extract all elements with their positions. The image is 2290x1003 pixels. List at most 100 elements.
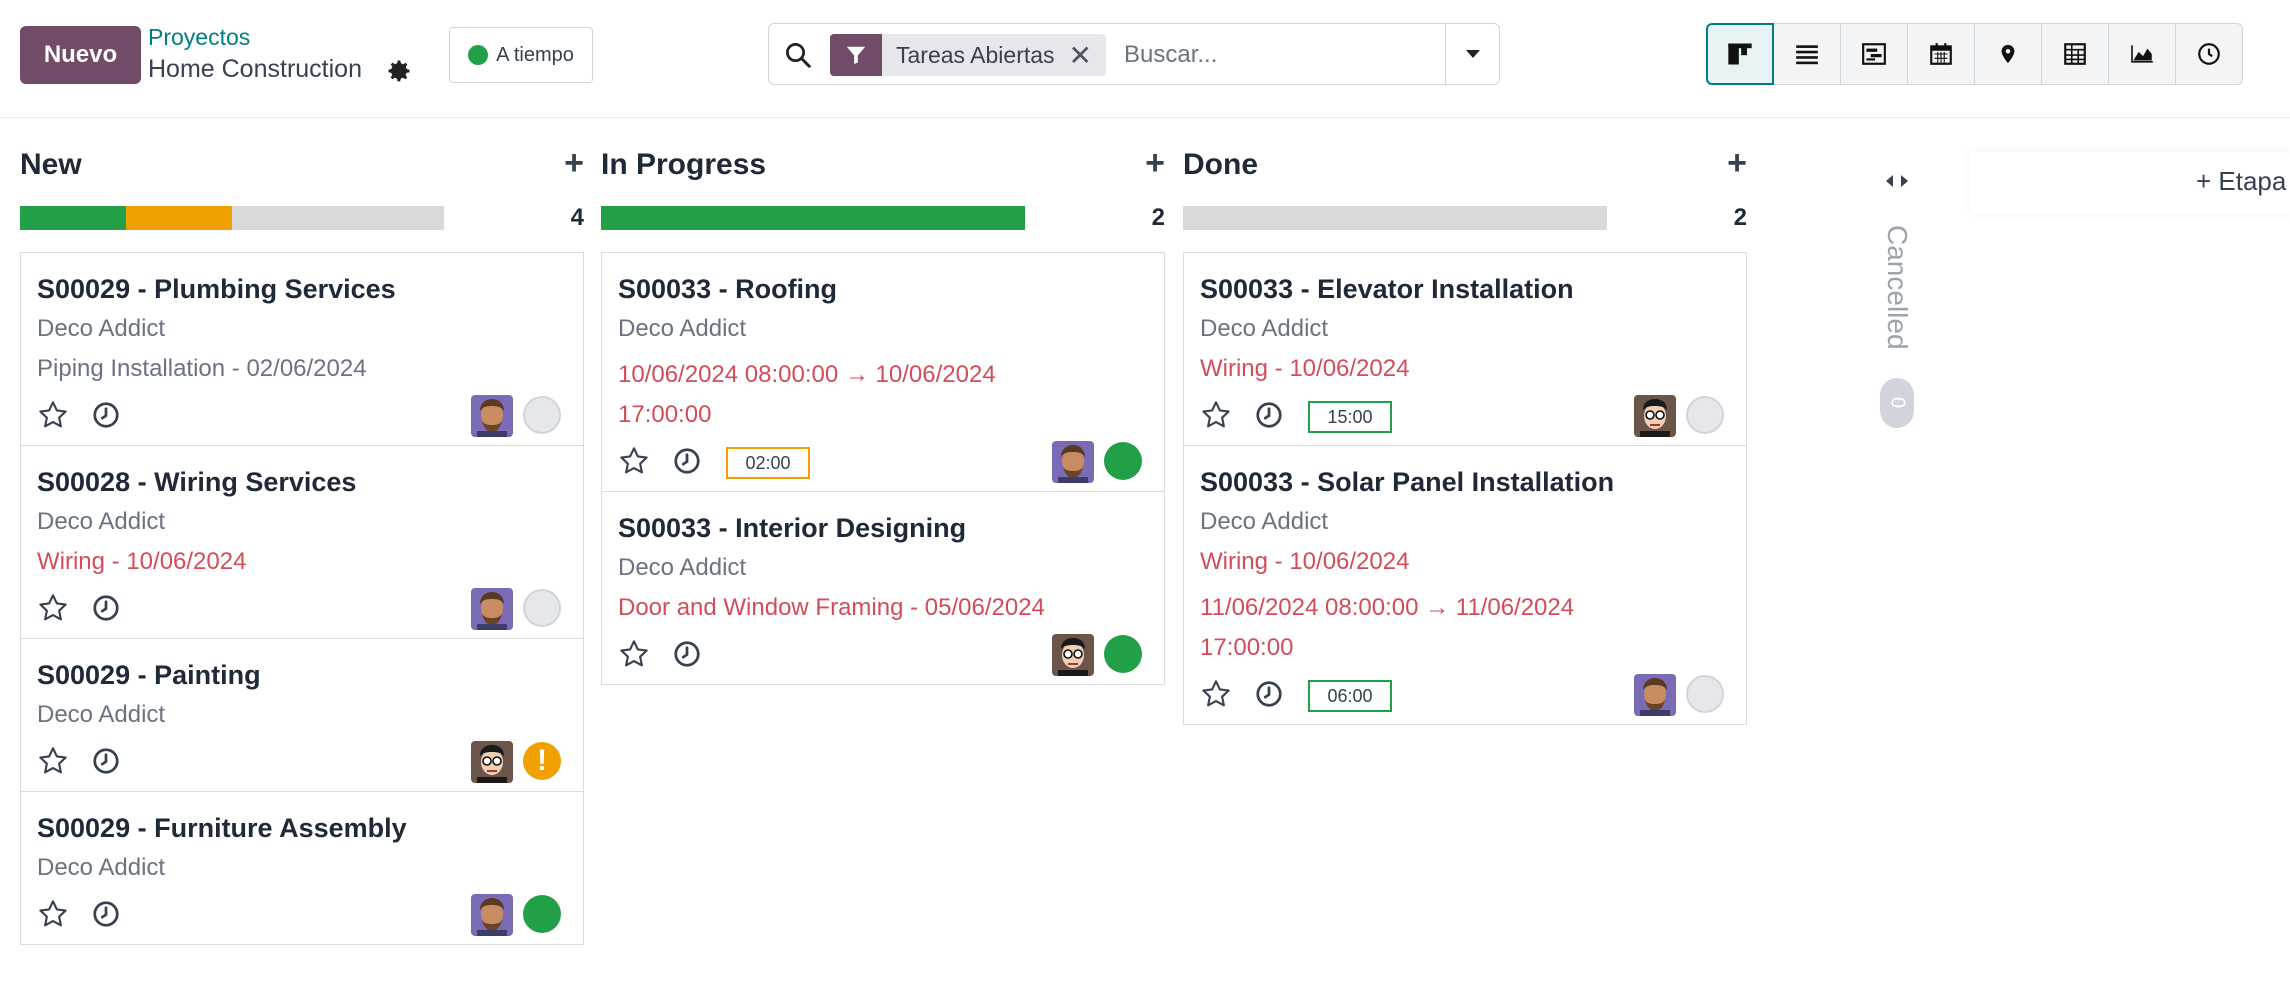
state-grey-icon[interactable] [1686,675,1724,713]
star-icon[interactable] [618,638,650,670]
search-options-toggle[interactable] [1445,24,1499,84]
facet-label: Tareas Abiertas [896,41,1055,68]
folded-column-cancelled[interactable]: Cancelled 0 [1872,160,1922,440]
add-stage-button[interactable]: + Etapa [1970,152,2290,214]
task-card[interactable]: S00029 - Furniture Assembly Deco Addict [20,791,584,945]
map-view-button[interactable] [1974,23,2042,85]
user-avatar[interactable] [1634,395,1676,437]
user-avatar[interactable] [1052,441,1094,483]
quick-create-icon[interactable]: + [564,144,584,183]
search-icon[interactable] [783,40,813,70]
task-detail-line: 17:00:00 [618,401,712,428]
column-title[interactable]: New [20,148,82,182]
state-grey-icon[interactable] [1686,396,1724,434]
task-card[interactable]: S00029 - Plumbing Services Deco Addict Pip… [20,252,584,446]
area-chart-icon [2131,45,2153,63]
task-title: S00033 - Interior Designing [618,513,967,543]
card-footer [618,628,1148,684]
status-label: A tiempo [496,43,574,66]
column-progress-bar[interactable] [1183,206,1607,230]
state-grey-icon[interactable] [523,589,561,627]
column-cards: S00033 - Roofing Deco Addict 10/06/2024 08… [601,252,1165,685]
graph-view-button[interactable] [2108,23,2176,85]
progress-segment-green[interactable] [601,206,1025,230]
column-progress-bar[interactable] [20,206,444,230]
new-button[interactable]: Nuevo [20,26,141,84]
list-view-button[interactable] [1773,23,1841,85]
task-title: S00028 - Wiring Services [37,467,357,497]
column-title[interactable]: In Progress [601,148,766,182]
activity-clock-icon[interactable] [91,593,121,623]
task-card[interactable]: S00029 - Painting Deco Addict! [20,638,584,792]
star-icon[interactable] [618,445,650,477]
task-card[interactable]: S00028 - Wiring Services Deco Addict Wirin… [20,445,584,639]
task-customer: Deco Addict [37,701,166,728]
star-icon[interactable] [37,745,69,777]
state-warning-icon[interactable]: ! [523,742,561,780]
expand-column-icon[interactable] [1884,170,1910,192]
progress-segment-orange[interactable] [126,206,232,230]
column-title[interactable]: Done [1183,148,1258,182]
quick-create-icon[interactable]: + [1727,144,1747,183]
activity-clock-icon[interactable] [672,446,702,476]
activity-clock-icon[interactable] [91,899,121,929]
star-icon[interactable] [37,898,69,930]
card-footer: 06:00 [1200,668,1730,724]
activity-clock-icon[interactable] [91,400,121,430]
allocated-time-badge: 02:00 [726,447,810,479]
user-avatar[interactable] [1052,634,1094,676]
user-avatar[interactable] [471,894,513,936]
star-icon[interactable] [37,592,69,624]
task-card[interactable]: S00033 - Solar Panel Installation Deco Ad… [1183,445,1747,725]
progress-segment-green[interactable] [20,206,126,230]
map-pin-icon [2001,44,2015,64]
card-footer: 15:00 [1200,389,1730,445]
page-title: Home Construction [148,55,362,83]
pivot-view-button[interactable] [2041,23,2109,85]
column-progress-bar[interactable] [601,206,1025,230]
task-detail-line: Door and Window Framing - 05/06/2024 [618,594,1045,621]
task-card[interactable]: S00033 - Interior Designing Deco Addict Do… [601,491,1165,685]
search-input[interactable] [1124,34,1424,76]
pivot-table-icon [2064,43,2086,65]
gantt-view-button[interactable] [1840,23,1908,85]
search-bar: Tareas Abiertas ✕ [768,23,1500,85]
card-footer: ! [37,735,567,791]
task-customer: Deco Addict [37,508,166,535]
star-icon[interactable] [1200,399,1232,431]
state-green-icon[interactable] [1104,442,1142,480]
column-cards: S00033 - Elevator Installation Deco Addic… [1183,252,1747,725]
activity-clock-icon[interactable] [91,746,121,776]
card-footer [37,888,567,944]
activity-clock-icon[interactable] [672,639,702,669]
activity-clock-icon[interactable] [1254,679,1284,709]
facet-remove-icon[interactable]: ✕ [1069,39,1106,72]
quick-create-icon[interactable]: + [1145,144,1165,183]
card-footer [37,582,567,638]
state-grey-icon[interactable] [523,396,561,434]
task-title: S00033 - Elevator Installation [1200,274,1574,304]
calendar-view-button[interactable] [1907,23,1975,85]
allocated-time-badge: 06:00 [1308,680,1392,712]
gantt-icon [1862,43,1886,65]
user-avatar[interactable] [471,588,513,630]
list-icon [1796,45,1818,65]
task-detail-line: Wiring - 10/06/2024 [1200,355,1410,382]
project-status-button[interactable]: A tiempo [449,27,593,83]
state-green-icon[interactable] [523,895,561,933]
activity-view-button[interactable] [2175,23,2243,85]
column-cards: S00029 - Plumbing Services Deco Addict Pip… [20,252,584,945]
user-avatar[interactable] [471,395,513,437]
user-avatar[interactable] [471,741,513,783]
state-green-icon[interactable] [1104,635,1142,673]
star-icon[interactable] [37,399,69,431]
user-avatar[interactable] [1634,674,1676,716]
kanban-view-button[interactable] [1706,23,1774,85]
task-card[interactable]: S00033 - Roofing Deco Addict 10/06/2024 08… [601,252,1165,492]
activity-clock-icon[interactable] [1254,400,1284,430]
breadcrumb-projects-link[interactable]: Proyectos [148,24,250,51]
status-dot-icon [468,45,489,65]
task-card[interactable]: S00033 - Elevator Installation Deco Addic… [1183,252,1747,446]
star-icon[interactable] [1200,678,1232,710]
gear-icon[interactable] [385,57,413,85]
